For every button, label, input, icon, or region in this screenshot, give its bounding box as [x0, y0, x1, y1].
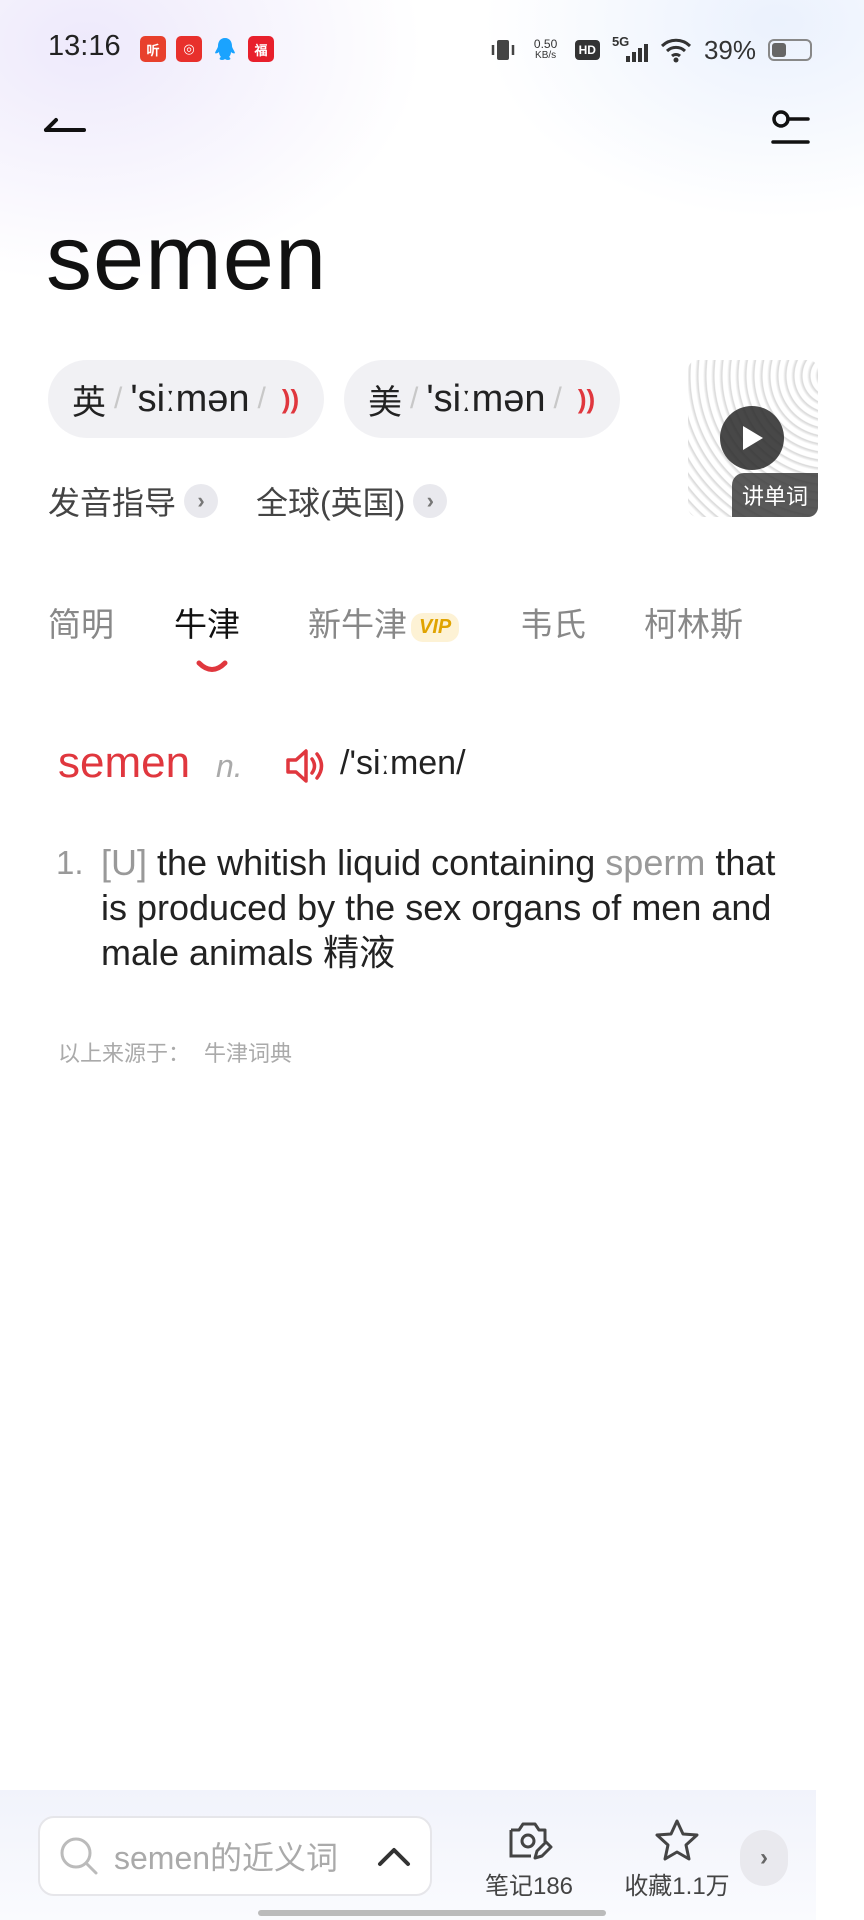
- tab-jianming[interactable]: 简明: [48, 598, 114, 646]
- wifi-icon: [660, 38, 692, 63]
- qq-icon: [212, 36, 238, 62]
- tab-collins[interactable]: 柯林斯: [644, 598, 743, 646]
- uk-pronunciation-button[interactable]: 英 / 'siːmən / )): [48, 360, 324, 438]
- status-indicators: 0.50 KB/s HD 5G 39%: [489, 30, 812, 70]
- net-speed: 0.50 KB/s: [533, 37, 558, 61]
- guide-label: 发音指导: [48, 485, 177, 521]
- global-pronunciation-link[interactable]: 全球(英国) ›: [256, 478, 448, 524]
- definition-text: [U] the whitish liquid containing sperm …: [101, 840, 801, 975]
- play-icon: [720, 406, 784, 470]
- favorites-button[interactable]: 收藏1.1万: [618, 1818, 736, 1901]
- entry-speaker-button[interactable]: [284, 746, 328, 786]
- search-icon: [60, 1837, 98, 1875]
- us-pronunciation-button[interactable]: 美 / 'siːmən / )): [344, 360, 620, 438]
- tab-new-oxford[interactable]: 新牛津 VIP: [308, 598, 460, 646]
- entry-ipa: /'siːmen/: [340, 744, 466, 782]
- uk-label: 英: [72, 383, 106, 422]
- back-arrow-icon: [44, 118, 86, 132]
- speaker-icon: )): [281, 383, 300, 414]
- source-name: 牛津词典: [204, 1041, 293, 1066]
- back-button[interactable]: [40, 108, 100, 148]
- definition-number: 1.: [56, 844, 84, 881]
- battery-icon: [768, 39, 812, 61]
- us-label: 美: [368, 383, 402, 422]
- active-tab-indicator: [196, 660, 228, 674]
- chevron-up-icon[interactable]: [376, 1844, 412, 1868]
- battery-fill: [772, 43, 786, 57]
- favorites-label: 收藏1.1万: [624, 1873, 730, 1900]
- uk-ipa: 'siːmən: [130, 377, 250, 420]
- definition-translation: 精液: [323, 932, 396, 973]
- pronunciation-guide-link[interactable]: 发音指导 ›: [48, 478, 219, 524]
- app-notification-icon: ◎: [176, 36, 202, 62]
- chevron-right-icon: ›: [760, 1844, 768, 1871]
- notes-label: 笔记186: [484, 1873, 574, 1900]
- headword: semen: [46, 207, 328, 309]
- global-label: 全球(英国): [256, 485, 406, 521]
- search-input[interactable]: semen的近义词: [38, 1816, 432, 1896]
- us-ipa: 'siːmən: [426, 377, 546, 420]
- signal-icon: 5G: [612, 34, 648, 64]
- source-attribution: 以上来源于： 牛津词典: [58, 1041, 293, 1066]
- home-indicator[interactable]: [258, 1910, 606, 1916]
- more-button[interactable]: ›: [740, 1830, 788, 1886]
- definition-body: the whitish liquid containing: [147, 842, 606, 883]
- speaker-icon: )): [577, 383, 596, 414]
- word-video-thumbnail[interactable]: 讲单词: [688, 360, 818, 517]
- app-notification-icon: 福: [248, 36, 274, 62]
- hd-badge: HD: [574, 40, 600, 60]
- tab-webster[interactable]: 韦氏: [520, 598, 586, 646]
- camera-edit-icon: [509, 1822, 553, 1860]
- search-placeholder: semen的近义词: [114, 1840, 339, 1876]
- app-notification-icon: 听: [140, 36, 166, 62]
- part-of-speech: n.: [216, 748, 243, 784]
- star-icon: [655, 1819, 699, 1861]
- chevron-right-icon: ›: [413, 484, 448, 518]
- slash: /: [553, 382, 562, 415]
- battery-percent: 39%: [703, 34, 756, 65]
- vibrate-icon: [491, 40, 514, 60]
- video-label: 讲单词: [731, 473, 818, 517]
- slash: /: [114, 382, 123, 415]
- status-time: 13:16: [48, 30, 121, 62]
- slash: /: [257, 382, 266, 415]
- notes-button[interactable]: 笔记186: [474, 1818, 584, 1901]
- tab-oxford[interactable]: 牛津: [174, 598, 240, 646]
- grammar-label: [U]: [101, 842, 148, 883]
- speaker-icon: [286, 749, 324, 783]
- filter-settings-icon: [771, 110, 810, 144]
- cross-reference-link[interactable]: sperm: [605, 842, 705, 883]
- vip-badge: VIP: [411, 612, 460, 642]
- chevron-right-icon: ›: [184, 484, 219, 518]
- slash: /: [410, 382, 419, 415]
- settings-button[interactable]: [770, 108, 818, 156]
- entry-word: semen: [58, 738, 191, 787]
